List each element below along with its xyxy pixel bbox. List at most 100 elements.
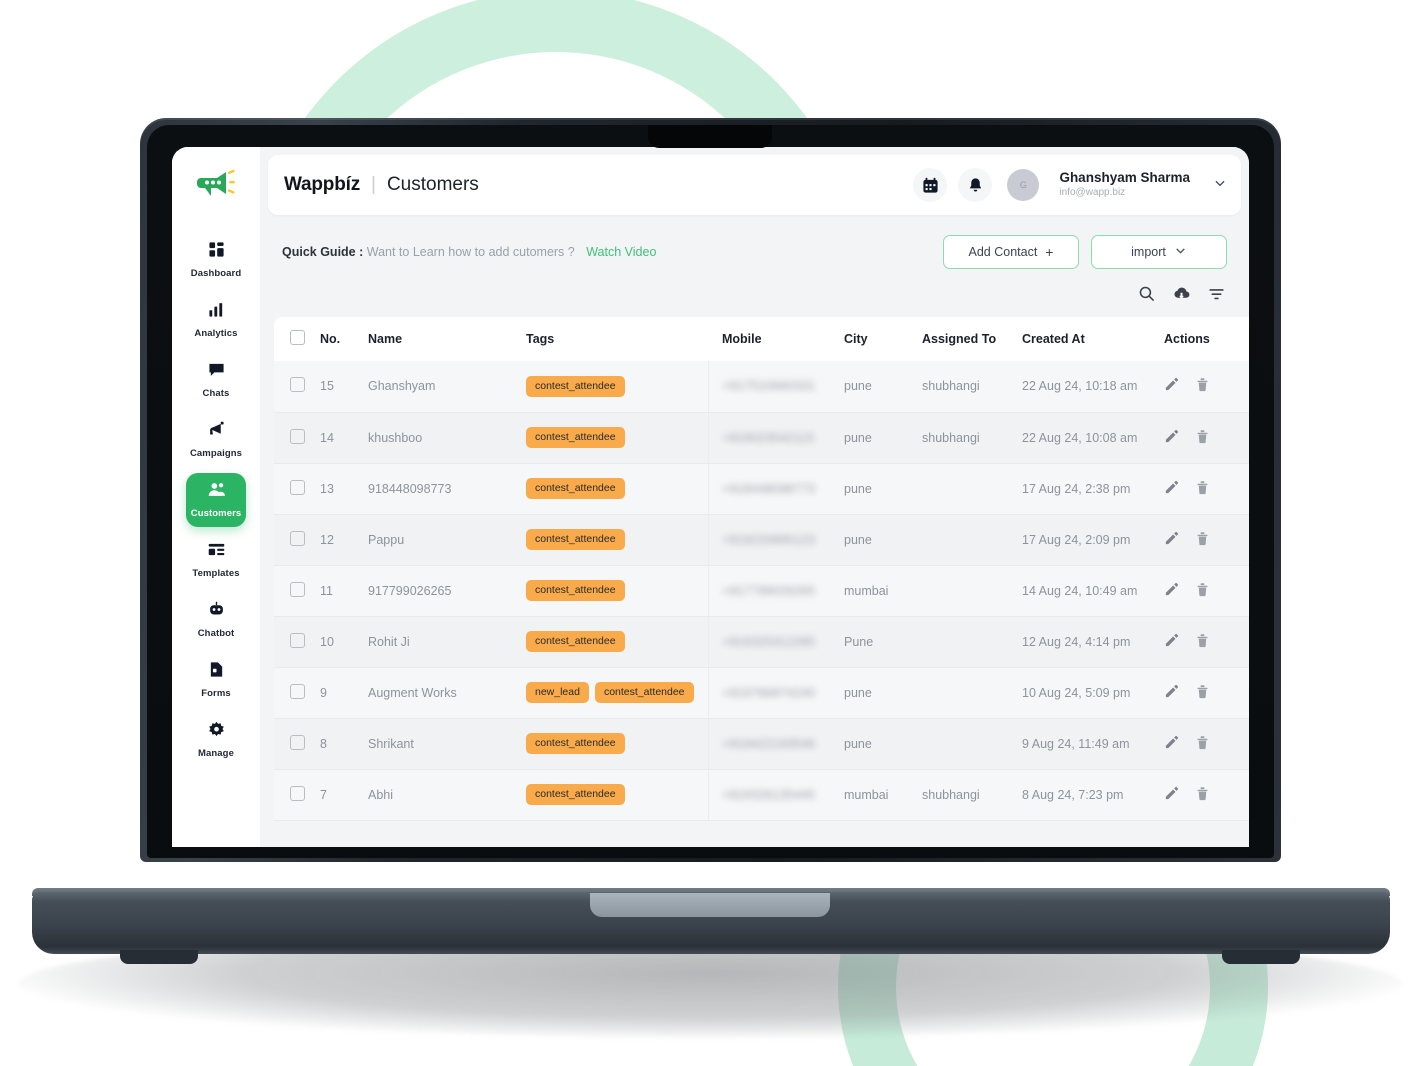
sidebar-item-chats[interactable]: Chats	[186, 353, 246, 407]
row-checkbox[interactable]	[290, 377, 305, 393]
sidebar: Dashboard Analytics Chats Campaigns Cust…	[172, 147, 260, 847]
tag-chip[interactable]: contest_attendee	[526, 529, 625, 550]
table-row[interactable]: 12 Pappu contest_attendee +919220895123 pune…	[274, 514, 1249, 566]
tag-chip[interactable]: contest_attendee	[594, 682, 694, 703]
table-row[interactable]: 11 917799026265 contest_attendee +917799026…	[274, 565, 1249, 617]
tag-chip[interactable]: contest_attendee	[526, 427, 625, 448]
delete-icon[interactable]	[1195, 377, 1210, 395]
delete-icon[interactable]	[1195, 735, 1210, 753]
delete-icon[interactable]	[1195, 684, 1210, 702]
row-select-cell	[274, 565, 320, 617]
sidebar-item-templates[interactable]: Templates	[186, 533, 246, 587]
table-row[interactable]: 15 Ghanshyam contest_attendee +917510660331…	[274, 361, 1249, 413]
tag-chip[interactable]: contest_attendee	[526, 580, 625, 601]
edit-icon[interactable]	[1164, 633, 1179, 651]
tag-chip[interactable]: contest_attendee	[526, 478, 625, 499]
table-row[interactable]: 14 khushboo contest_attendee +919023542115 p…	[274, 412, 1249, 464]
tag-chip[interactable]: contest_attendee	[526, 631, 625, 652]
sidebar-item-customers[interactable]: Customers	[186, 473, 246, 527]
edit-icon[interactable]	[1164, 429, 1179, 447]
cell-tags: contest_attendee	[526, 412, 722, 464]
sidebar-item-analytics[interactable]: Analytics	[186, 293, 246, 347]
tag-chip[interactable]: new_lead	[526, 682, 589, 703]
delete-icon[interactable]	[1195, 582, 1210, 600]
wappbiz-megaphone-logo[interactable]	[172, 155, 260, 215]
edit-icon[interactable]	[1164, 377, 1179, 395]
table-row[interactable]: 8 Shrikant contest_attendee +919422193546 pu…	[274, 718, 1249, 770]
row-checkbox[interactable]	[290, 734, 305, 750]
cell-name: Abhi	[368, 769, 526, 821]
bell-icon[interactable]	[958, 168, 993, 202]
cell-assigned-to: shubhangi	[922, 361, 1022, 413]
cell-city: Pune	[844, 616, 922, 668]
users-icon	[208, 481, 225, 503]
cloud-download-icon[interactable]	[1173, 285, 1190, 307]
select-all-checkbox[interactable]	[290, 330, 305, 345]
edit-icon[interactable]	[1164, 786, 1179, 804]
table-row[interactable]: 13 918448098773 contest_attendee +918448098…	[274, 463, 1249, 515]
chat-icon	[208, 361, 225, 383]
row-checkbox[interactable]	[290, 479, 305, 495]
cell-created-at: 17 Aug 24, 2:09 pm	[1022, 514, 1164, 566]
user-email: info@wapp.biz	[1059, 187, 1126, 199]
delete-icon[interactable]	[1195, 531, 1210, 549]
sidebar-item-chatbot[interactable]: Chatbot	[186, 593, 246, 647]
avatar[interactable]: G	[1007, 169, 1040, 201]
cell-name: Shrikant	[368, 718, 526, 770]
laptop-foot-right	[1222, 950, 1300, 964]
sidebar-item-label: Analytics	[194, 328, 238, 339]
cell-tags: contest_attendee	[526, 514, 722, 566]
sidebar-item-forms[interactable]: Forms	[186, 653, 246, 707]
cell-city: pune	[844, 361, 922, 413]
sidebar-item-campaigns[interactable]: Campaigns	[186, 413, 246, 467]
cell-tags: contest_attendee	[526, 463, 722, 515]
row-select-cell	[274, 463, 320, 515]
delete-icon[interactable]	[1195, 786, 1210, 804]
row-checkbox[interactable]	[290, 530, 305, 546]
row-checkbox[interactable]	[290, 581, 305, 597]
edit-icon[interactable]	[1164, 735, 1179, 753]
edit-icon[interactable]	[1164, 531, 1179, 549]
sidebar-item-dashboard[interactable]: Dashboard	[186, 233, 246, 287]
cell-city: pune	[844, 412, 922, 464]
tag-chip[interactable]: contest_attendee	[526, 784, 625, 805]
row-checkbox[interactable]	[290, 785, 305, 801]
app-window: Dashboard Analytics Chats Campaigns Cust…	[172, 147, 1249, 847]
delete-icon[interactable]	[1195, 429, 1210, 447]
page-title: Customers	[386, 174, 479, 195]
add-contact-button[interactable]: Add Contact +	[943, 235, 1079, 269]
table-row[interactable]: 10 Rohit Ji contest_attendee +919325312285 P…	[274, 616, 1249, 668]
tag-chip[interactable]: contest_attendee	[526, 733, 625, 754]
sidebar-item-manage[interactable]: Manage	[186, 713, 246, 767]
delete-icon[interactable]	[1195, 480, 1210, 498]
cell-tags: contest_attendee	[526, 769, 722, 821]
delete-icon[interactable]	[1195, 633, 1210, 651]
edit-icon[interactable]	[1164, 480, 1179, 498]
row-checkbox[interactable]	[290, 632, 305, 648]
cell-name: Ghanshyam	[368, 361, 526, 413]
cell-created-at: 22 Aug 24, 10:08 am	[1022, 412, 1164, 464]
row-checkbox[interactable]	[290, 428, 305, 444]
table-row[interactable]: 7 Abhi contest_attendee +919326135445 mumbai…	[274, 769, 1249, 821]
filter-icon[interactable]	[1208, 285, 1225, 307]
edit-icon[interactable]	[1164, 684, 1179, 702]
watch-video-link[interactable]: Watch Video	[586, 245, 656, 259]
sidebar-item-label: Dashboard	[190, 268, 242, 279]
calendar-icon[interactable]	[913, 168, 948, 202]
chevron-down-icon[interactable]	[1213, 176, 1227, 195]
mobile-value-blurred: +919326135445	[722, 787, 816, 802]
cell-tags: contest_attendee	[526, 718, 722, 770]
quick-guide-text: Quick Guide : Want to Learn how to add c…	[282, 245, 656, 259]
cell-actions	[1164, 667, 1249, 719]
import-button[interactable]: import	[1091, 235, 1227, 269]
edit-icon[interactable]	[1164, 582, 1179, 600]
brand-separator: |	[371, 174, 376, 195]
cell-tags: contest_attendee	[526, 565, 722, 617]
tag-chip[interactable]: contest_attendee	[526, 375, 625, 397]
table-row[interactable]: 9 Augment Works new_lead contest_attendee +9…	[274, 667, 1249, 719]
search-icon[interactable]	[1138, 285, 1155, 307]
quick-guide-actions: Add Contact + import	[943, 235, 1227, 269]
laptop-notch	[648, 125, 772, 148]
cell-assigned-to	[922, 616, 1022, 668]
row-checkbox[interactable]	[290, 683, 305, 699]
